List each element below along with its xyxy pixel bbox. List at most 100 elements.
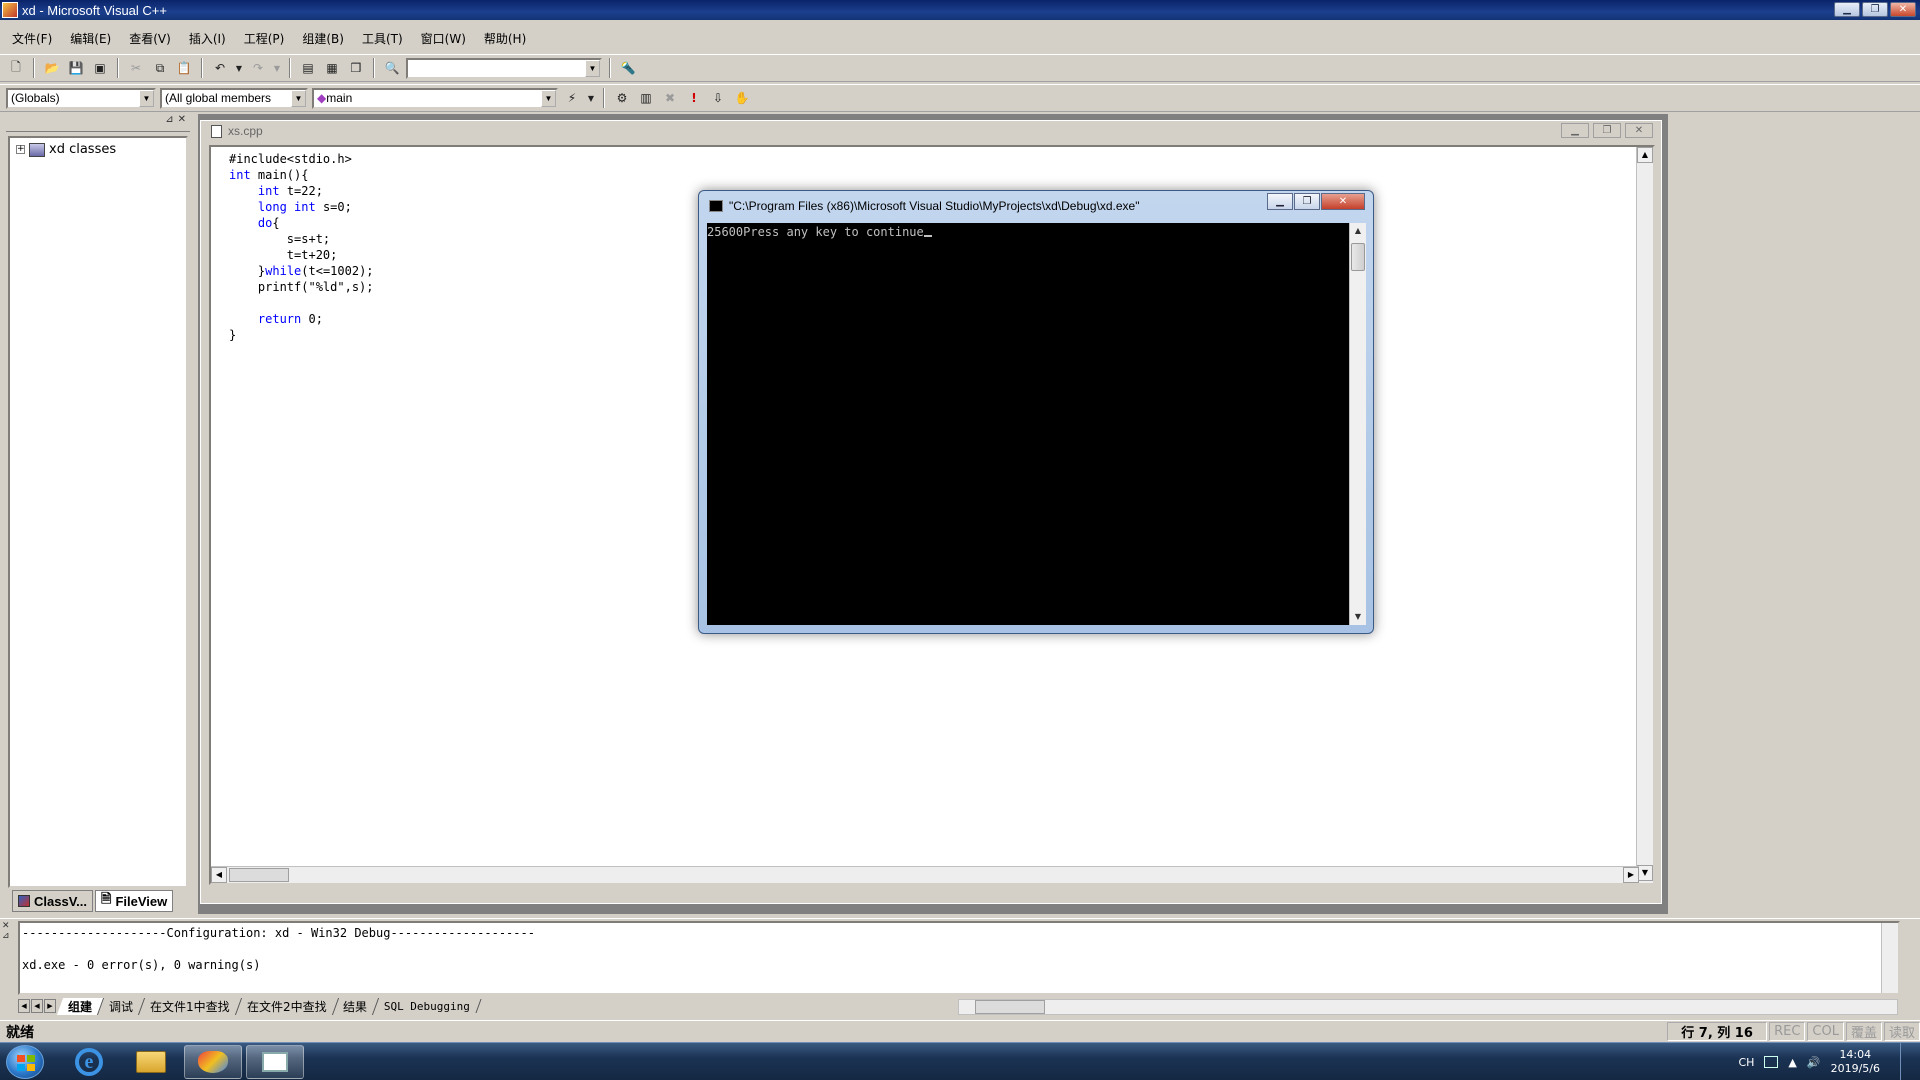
scope-combo[interactable]: (Globals) ▼ [6, 87, 156, 109]
tab-find-in-files-2[interactable]: 在文件2中查找 [235, 997, 339, 1015]
chevron-down-icon[interactable]: ▼ [541, 89, 556, 107]
chevron-down-icon[interactable]: ▼ [585, 59, 600, 77]
window-list-icon[interactable]: ❒ [346, 58, 366, 78]
scroll-left-icon[interactable]: ◀ [211, 867, 227, 883]
restore-button[interactable]: ❐ [1862, 2, 1888, 17]
editor-title-bar[interactable]: xs.cpp [201, 121, 1661, 141]
wizard-action-icon[interactable]: ⚡ [562, 88, 582, 108]
editor-close-button[interactable]: ✕ [1625, 123, 1653, 138]
tab-results[interactable]: 结果 [332, 997, 380, 1015]
tab-fileview[interactable]: 🗎 FileView [95, 890, 174, 912]
menu-insert[interactable]: 插入(I) [185, 28, 230, 49]
scroll-up-icon[interactable]: ▲ [1637, 147, 1653, 163]
scroll-down-icon[interactable]: ▼ [1637, 865, 1653, 881]
editor-vertical-scrollbar[interactable]: ▲ ▼ [1636, 147, 1653, 883]
build-icon[interactable]: ▥ [636, 88, 656, 108]
new-file-icon[interactable]: 🗋 [6, 58, 26, 78]
find-combo[interactable]: ▼ [406, 57, 602, 79]
console-icon[interactable] [709, 200, 723, 212]
scroll-thumb[interactable] [975, 1000, 1045, 1014]
tab-first-icon[interactable]: ◀ [18, 999, 30, 1013]
taskbar-console[interactable] [246, 1045, 304, 1079]
toolbar-separator [603, 88, 605, 108]
save-all-icon[interactable]: ▣ [90, 58, 110, 78]
menu-edit[interactable]: 编辑(E) [66, 28, 115, 49]
scroll-thumb[interactable] [1351, 243, 1365, 271]
compile-icon[interactable]: ⚙ [612, 88, 632, 108]
open-folder-icon[interactable]: 📂 [42, 58, 62, 78]
breakpoint-hand-icon[interactable]: ✋ [732, 88, 752, 108]
output-text-area[interactable]: --------------------Configuration: xd - … [18, 921, 1900, 995]
undo-icon[interactable]: ↶ [210, 58, 230, 78]
taskbar-visual-cpp[interactable] [184, 1045, 242, 1079]
title-bar[interactable]: xd - Microsoft Visual C++ ▁ ❐ ✕ [0, 0, 1920, 20]
find-icon[interactable]: 🔦 [618, 58, 638, 78]
tab-find-in-files-1[interactable]: 在文件1中查找 [138, 997, 242, 1015]
wizard-action-dropdown-icon[interactable]: ▼ [586, 88, 596, 108]
cut-icon[interactable]: ✂ [126, 58, 146, 78]
tab-build[interactable]: 组建 [56, 997, 105, 1015]
go-debug-icon[interactable]: ⇩ [708, 88, 728, 108]
tab-next-icon[interactable]: ▶ [44, 999, 56, 1013]
scroll-up-icon[interactable]: ▲ [1350, 223, 1366, 239]
vc-app-icon[interactable] [2, 2, 18, 18]
show-desktop-button[interactable] [1900, 1043, 1912, 1080]
menu-window[interactable]: 窗口(W) [417, 28, 470, 49]
tree-node-root[interactable]: + xd classes [16, 142, 180, 157]
menu-file[interactable]: 文件(F) [8, 28, 56, 49]
console-vertical-scrollbar[interactable]: ▲ ▼ [1349, 223, 1366, 625]
start-button[interactable] [6, 1045, 44, 1079]
console-close-button[interactable]: ✕ [1321, 193, 1365, 210]
save-icon[interactable]: 💾 [66, 58, 86, 78]
chevron-down-icon[interactable]: ▼ [139, 89, 154, 107]
console-maximize-button[interactable]: ❐ [1294, 193, 1320, 210]
taskbar-ie[interactable]: e [60, 1045, 118, 1079]
console-minimize-button[interactable]: ▁ [1267, 193, 1293, 210]
execute-icon[interactable]: ! [684, 88, 704, 108]
output-toggle-icon[interactable]: ▦ [322, 58, 342, 78]
menu-help[interactable]: 帮助(H) [480, 28, 530, 49]
members-combo[interactable]: (All global members ▼ [160, 87, 308, 109]
output-vertical-scrollbar[interactable] [1881, 923, 1898, 993]
tab-prev-icon[interactable]: ◀ [31, 999, 43, 1013]
close-button[interactable]: ✕ [1890, 2, 1916, 17]
volume-icon[interactable]: 🔊 [1807, 1056, 1821, 1069]
editor-minimize-button[interactable]: ▁ [1561, 123, 1589, 138]
keyboard-icon[interactable] [1764, 1056, 1779, 1068]
minimize-button[interactable]: ▁ [1834, 2, 1860, 17]
dock-icon[interactable]: ⊿ [2, 931, 16, 941]
dock-icon[interactable]: ⊿ [165, 114, 173, 131]
output-dock-controls: ✕ ⊿ [2, 921, 16, 941]
tab-classview[interactable]: ClassV... [12, 890, 94, 912]
chevron-down-icon[interactable]: ▼ [291, 89, 306, 107]
editor-horizontal-scrollbar[interactable]: ◀ ▶ [211, 866, 1639, 883]
undo-dropdown-icon[interactable]: ▼ [234, 58, 244, 78]
menu-project[interactable]: 工程(P) [240, 28, 289, 49]
console-output-area[interactable]: 25600Press any key to continue [707, 223, 1349, 625]
close-icon[interactable]: ✕ [178, 114, 186, 131]
taskbar-explorer[interactable] [122, 1045, 180, 1079]
redo-icon[interactable]: ↷ [248, 58, 268, 78]
editor-restore-button[interactable]: ❐ [1593, 123, 1621, 138]
copy-icon[interactable]: ⧉ [150, 58, 170, 78]
paste-icon[interactable]: 📋 [174, 58, 194, 78]
output-horizontal-scrollbar[interactable] [958, 999, 1898, 1015]
tab-sql-debugging[interactable]: SQL Debugging [373, 999, 482, 1013]
clock[interactable]: 14:04 2019/5/6 [1831, 1048, 1880, 1076]
menu-tools[interactable]: 工具(T) [358, 28, 407, 49]
stop-build-icon[interactable]: ✖ [660, 88, 680, 108]
menu-view[interactable]: 查看(V) [125, 28, 175, 49]
tab-debug[interactable]: 调试 [97, 997, 146, 1015]
menu-build[interactable]: 组建(B) [298, 28, 348, 49]
find-in-files-icon[interactable]: 🔍 [382, 58, 402, 78]
redo-dropdown-icon[interactable]: ▼ [272, 58, 282, 78]
tray-expand-icon[interactable]: ▲ [1788, 1056, 1796, 1069]
workspace-toggle-icon[interactable]: ▤ [298, 58, 318, 78]
function-combo[interactable]: ◆ main ▼ [312, 87, 558, 109]
scroll-down-icon[interactable]: ▼ [1350, 609, 1366, 625]
ime-indicator[interactable]: CH [1738, 1056, 1754, 1069]
close-icon[interactable]: ✕ [2, 921, 16, 931]
scroll-thumb[interactable] [229, 868, 289, 882]
tree-expand-icon[interactable]: + [16, 145, 25, 154]
scroll-right-icon[interactable]: ▶ [1623, 867, 1639, 883]
